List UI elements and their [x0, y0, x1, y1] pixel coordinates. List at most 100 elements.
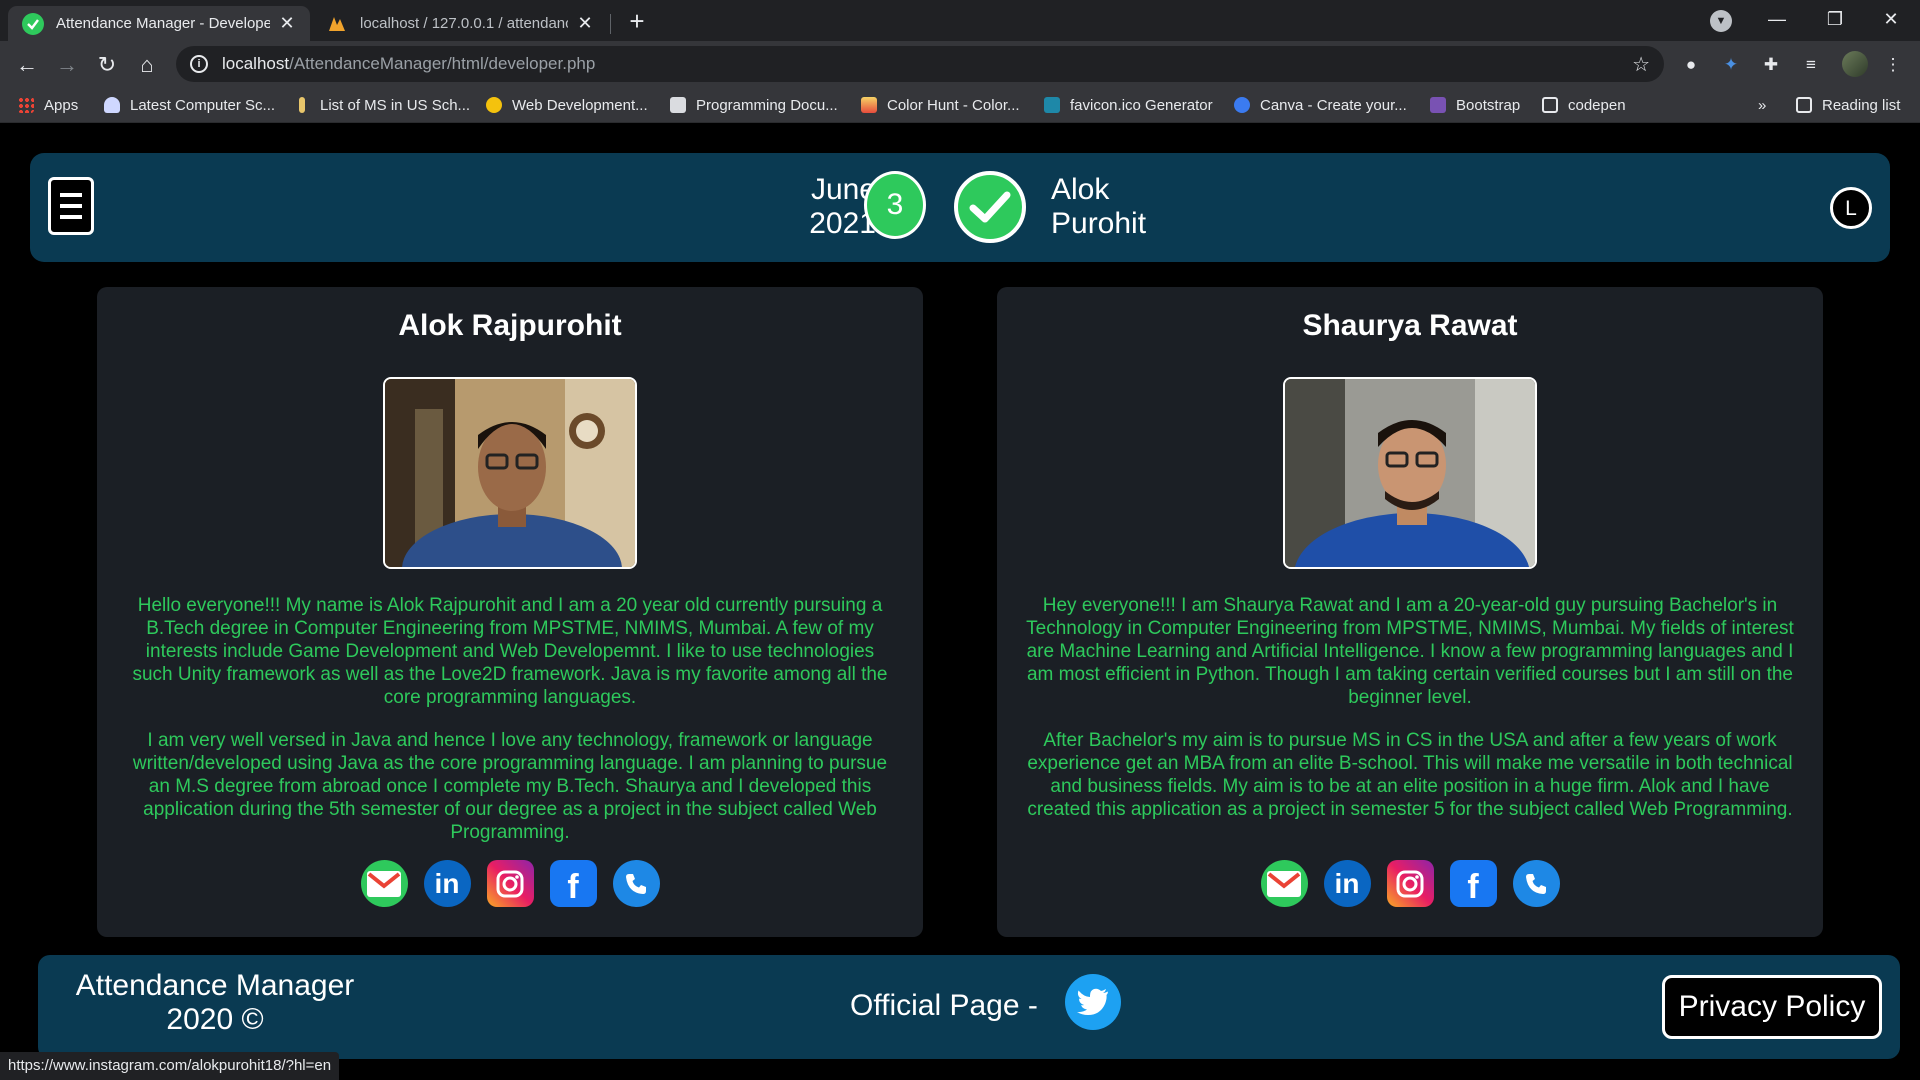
logout-button[interactable]: L [1830, 187, 1872, 229]
linkedin-icon[interactable]: in [423, 860, 471, 907]
bulb-icon [104, 97, 120, 113]
bookmark-canva[interactable]: Canva - Create your... [1234, 94, 1407, 116]
link-status-bar: https://www.instagram.com/alokpurohit18/… [0, 1052, 340, 1080]
reload-icon[interactable]: ↻ [92, 50, 122, 80]
close-tab-icon[interactable]: ✕ [576, 13, 594, 34]
bookmark-apps[interactable]: Apps [18, 94, 78, 116]
facebook-icon[interactable]: f [1449, 860, 1497, 907]
tab-divider [610, 14, 611, 34]
favicon-icon [1044, 97, 1060, 113]
portrait-image [385, 379, 635, 567]
user-first-name: Alok [1051, 173, 1110, 206]
url-path: /AttendanceManager/html/developer.php [289, 54, 596, 73]
facebook-icon[interactable]: f [549, 860, 597, 907]
current-month-year: June 2021 [770, 173, 876, 241]
bookmark-label: Bootstrap [1456, 96, 1521, 114]
page-content: June 2021 3 Alok Purohit L Alok Rajpuroh… [0, 123, 1920, 1080]
restore-icon[interactable]: ❐ [1806, 0, 1864, 41]
bookmark-label: List of MS in US Sch... [320, 96, 471, 114]
tab-search-icon[interactable]: ▼ [1710, 10, 1732, 32]
bookmark-star-icon[interactable]: ☆ [1632, 52, 1650, 77]
site-info-icon[interactable]: i [190, 55, 208, 73]
translate-extension-icon[interactable]: ✦ [1720, 54, 1742, 76]
minimize-icon[interactable]: — [1748, 0, 1806, 41]
url-host: localhost [222, 54, 290, 73]
phone-icon[interactable] [612, 860, 660, 907]
check-circle-icon [22, 12, 44, 35]
user-name: Alok Purohit [1051, 173, 1146, 241]
address-bar[interactable]: i localhost/AttendanceManager/html/devel… [176, 46, 1664, 82]
gmail-icon[interactable] [1260, 860, 1308, 907]
close-tab-icon[interactable]: ✕ [278, 13, 296, 34]
bookmark-color-hunt[interactable]: Color Hunt - Color... [861, 94, 1020, 116]
profile-avatar-icon[interactable] [1842, 51, 1868, 77]
puzzle-extensions-icon[interactable]: ✚ [1760, 54, 1782, 76]
bookmark-codepen[interactable]: codepen [1542, 94, 1626, 116]
bookmark-ms-us[interactable]: List of MS in US Sch... [294, 94, 470, 116]
bookmarks-bar: Apps Latest Computer Sc... List of MS in… [0, 88, 1920, 123]
forward-icon[interactable]: → [52, 50, 82, 80]
bookmark-label: codepen [1568, 96, 1626, 114]
reading-list-icon [1796, 97, 1812, 113]
month-label: June [810, 173, 876, 206]
user-last-name: Purohit [1051, 207, 1147, 240]
phpmyadmin-icon [326, 13, 348, 35]
canva-icon [1234, 97, 1250, 113]
twitter-icon[interactable] [1065, 974, 1121, 1030]
home-icon[interactable]: ⌂ [132, 50, 162, 80]
bookmark-label: Color Hunt - Color... [887, 96, 1020, 114]
developer-name: Shaurya Rawat [1302, 309, 1518, 342]
developer-photo [383, 377, 637, 569]
site-footer: Attendance Manager 2020 © Official Page … [38, 955, 1900, 1059]
developer-name: Alok Rajpurohit [398, 309, 622, 342]
bio-paragraph: After Bachelor's my aim is to pursue MS … [1027, 730, 1793, 820]
bookmark-web-dev[interactable]: Web Development... [486, 94, 648, 116]
bookmarks-overflow-icon[interactable]: » [1758, 94, 1766, 116]
developer-bio: Hello everyone!!! My name is Alok Rajpur… [125, 594, 895, 864]
media-control-icon[interactable]: ≡ [1800, 54, 1822, 76]
developer-bio: Hey everyone!!! I am Shaurya Rawat and I… [1025, 594, 1795, 841]
bookmark-label: favicon.ico Generator [1070, 96, 1213, 114]
extension-icon[interactable]: ● [1680, 54, 1702, 76]
footer-brand: Attendance Manager 2020 © [56, 969, 374, 1037]
bookmark-label: Latest Computer Sc... [130, 96, 276, 114]
bookmark-programming-docs[interactable]: Programming Docu... [670, 94, 838, 116]
day-badge: 3 [864, 171, 926, 239]
bookmark-favicon-generator[interactable]: favicon.ico Generator [1044, 94, 1213, 116]
year-label: 2021 [809, 207, 876, 240]
footer-brand-name: Attendance Manager [75, 969, 355, 1002]
bookmark-label: Web Development... [512, 96, 648, 114]
tab-attendance-manager[interactable]: Attendance Manager - Developer ✕ [8, 6, 310, 41]
footer-copyright: 2020 © [166, 1003, 264, 1036]
window-close-icon[interactable]: ✕ [1862, 0, 1920, 41]
back-icon[interactable]: ← [12, 50, 42, 80]
instagram-icon[interactable] [486, 860, 534, 907]
bookmark-bootstrap[interactable]: Bootstrap [1430, 94, 1520, 116]
reading-list[interactable]: Reading list [1796, 94, 1900, 116]
phone-icon[interactable] [1512, 860, 1560, 907]
hamburger-menu-icon[interactable] [48, 177, 94, 235]
instagram-icon[interactable] [1386, 860, 1434, 907]
gmail-icon[interactable] [360, 860, 408, 907]
codepen-icon [1542, 97, 1558, 113]
bookmark-label: Canva - Create your... [1260, 96, 1407, 114]
bookmark-label: Programming Docu... [696, 96, 838, 114]
web-icon [486, 97, 502, 113]
bio-paragraph: Hello everyone!!! My name is Alok Rajpur… [132, 595, 888, 708]
new-tab-button[interactable]: + [622, 6, 652, 36]
bio-paragraph: Hey everyone!!! I am Shaurya Rawat and I… [1026, 595, 1794, 708]
reading-list-label: Reading list [1822, 96, 1901, 114]
attendance-check-icon [954, 171, 1026, 243]
bio-paragraph: I am very well versed in Java and hence … [132, 730, 888, 843]
bookmark-label: Apps [44, 96, 79, 114]
developer-card-shaurya: Shaurya Rawat Hey everyone!!! I am Shaur… [997, 287, 1823, 937]
linkedin-icon[interactable]: in [1323, 860, 1371, 907]
official-page-label: Official Page - [850, 989, 1038, 1022]
privacy-policy-button[interactable]: Privacy Policy [1662, 975, 1882, 1039]
browser-toolbar: ← → ↻ ⌂ i localhost/AttendanceManager/ht… [0, 41, 1920, 88]
tab-phpmyadmin[interactable]: localhost / 127.0.0.1 / attendance ✕ [312, 6, 608, 41]
bookmark-latest-cs[interactable]: Latest Computer Sc... [104, 94, 275, 116]
apps-grid-icon [18, 97, 34, 113]
more-menu-icon[interactable]: ⋮ [1882, 54, 1904, 76]
social-links: in f [997, 860, 1823, 907]
